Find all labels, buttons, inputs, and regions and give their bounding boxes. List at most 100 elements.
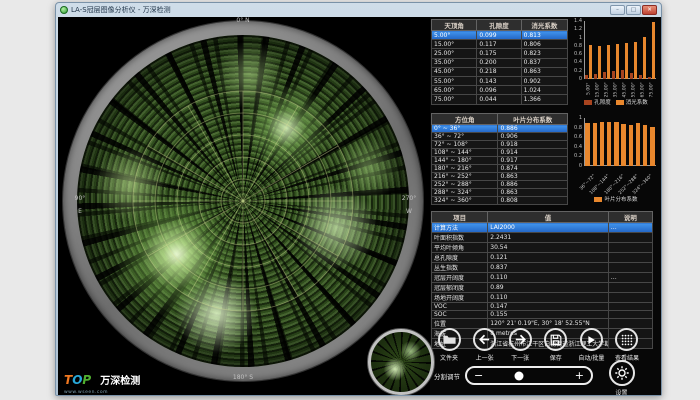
table-row[interactable]: 216° ~ 252°0.863 xyxy=(432,173,568,181)
column-header: 说明 xyxy=(608,212,652,223)
cell: 1.024 xyxy=(521,86,567,95)
cell: 0.823 xyxy=(521,49,567,58)
cell: 324° ~ 360° xyxy=(432,197,498,205)
porosity-extinction-chart: 00.20.40.60.811.21.45.00°15.00°25.00°35.… xyxy=(571,19,661,111)
cell: 45.00° xyxy=(432,67,477,76)
y-tick-label: 1.2 xyxy=(571,26,582,32)
next-image-button[interactable]: 下一张 xyxy=(503,328,537,362)
table-row[interactable]: 36° ~ 72°0.906 xyxy=(432,133,568,141)
table-row[interactable]: 计算方法LAI2000… xyxy=(432,223,653,233)
azimuth-table: 方位角叶片分布系数0° ~ 36°0.88636° ~ 72°0.90672° … xyxy=(431,113,568,205)
bar xyxy=(621,70,624,79)
cell: 0.874 xyxy=(498,165,568,173)
brand-site: www.wseen.com xyxy=(64,390,140,395)
cell: 180° ~ 216° xyxy=(432,165,498,173)
column-header: 消光系数 xyxy=(521,20,567,31)
bar xyxy=(607,122,611,166)
y-tick-label: 0 xyxy=(571,163,582,169)
cell: 0.914 xyxy=(498,149,568,157)
table-row[interactable]: 324° ~ 360°0.808 xyxy=(432,197,568,205)
bar xyxy=(593,123,597,166)
y-tick-label: 0.8 xyxy=(571,43,582,49)
app-icon xyxy=(60,6,68,14)
compass-east-label: E xyxy=(73,208,87,215)
x-tick-label: 65.00° xyxy=(640,83,645,98)
close-button[interactable]: ✕ xyxy=(642,5,657,15)
table-row[interactable]: 35.00°0.2000.837 xyxy=(432,58,568,67)
logo-mark-letter: T xyxy=(64,373,72,387)
column-header: 叶片分布系数 xyxy=(498,114,568,125)
slider-thumb[interactable] xyxy=(515,371,524,380)
cell: 0.155 xyxy=(488,311,609,319)
table-row[interactable]: 108° ~ 144°0.914 xyxy=(432,149,568,157)
logo-mark-letter: P xyxy=(82,373,91,387)
titlebar[interactable]: LA-S冠层图像分析仪 - 万深检测 – □ ✕ xyxy=(56,3,661,17)
tool-label: 设置 xyxy=(608,388,635,395)
legend-swatch xyxy=(616,100,624,105)
table-row[interactable]: 5.00°0.0990.813 xyxy=(432,31,568,40)
cell: … xyxy=(608,273,652,283)
table-row[interactable]: 冠层开阔度0.110… xyxy=(432,273,653,283)
table-row[interactable]: VOC0.147 xyxy=(432,303,653,311)
cell: 0.099 xyxy=(477,31,521,40)
table-row[interactable]: 场地开阔度0.110 xyxy=(432,293,653,303)
bar xyxy=(630,73,633,79)
slider-minus-button[interactable]: − xyxy=(474,370,483,381)
view-results-button[interactable]: 查看结果 xyxy=(610,328,644,362)
table-row[interactable]: 0° ~ 36°0.886 xyxy=(432,125,568,133)
y-tick-label: 0.6 xyxy=(571,134,582,140)
cell: 252° ~ 288° xyxy=(432,181,498,189)
table-row[interactable]: 144° ~ 180°0.917 xyxy=(432,157,568,165)
bar xyxy=(629,125,633,166)
bar xyxy=(614,122,618,166)
auto-batch-button[interactable]: 自动/批量 xyxy=(574,328,608,362)
table-row[interactable]: 75.00°0.0441.366 xyxy=(432,95,568,104)
table-row[interactable]: 25.00°0.1750.823 xyxy=(432,49,568,58)
window-title: LA-S冠层图像分析仪 - 万深检测 xyxy=(71,5,171,15)
table-row[interactable]: 180° ~ 216°0.874 xyxy=(432,165,568,173)
table-row[interactable]: 55.00°0.1430.902 xyxy=(432,76,568,85)
bar xyxy=(621,124,625,166)
segmentation-slider[interactable]: − + xyxy=(465,366,593,385)
table-row[interactable]: 65.00°0.0961.024 xyxy=(432,86,568,95)
cell: 144° ~ 180° xyxy=(432,157,498,165)
table-row[interactable]: 叶面积指数2.2431 xyxy=(432,233,653,243)
y-tick-label: 0.2 xyxy=(571,153,582,159)
cell: 0.143 xyxy=(477,76,521,85)
table-row[interactable]: 位置120° 21' 0.19"E, 30° 18' 52.55"N xyxy=(432,319,653,329)
folder-button[interactable]: 文件夹 xyxy=(432,328,466,362)
table-row[interactable]: 252° ~ 288°0.886 xyxy=(432,181,568,189)
column-header: 方位角 xyxy=(432,114,498,125)
tool-label: 文件夹 xyxy=(432,353,466,362)
slider-plus-button[interactable]: + xyxy=(575,370,584,381)
maximize-button[interactable]: □ xyxy=(626,5,641,15)
x-tick-label: 45.00° xyxy=(622,83,627,98)
bar xyxy=(616,44,619,79)
cell: 25.00° xyxy=(432,49,477,58)
x-tick-label: 55.00° xyxy=(631,83,636,98)
cell: 0.044 xyxy=(477,95,521,104)
minimize-button[interactable]: – xyxy=(610,5,625,15)
thumbnail-preview[interactable] xyxy=(368,329,434,395)
table-row[interactable]: 45.00°0.2180.863 xyxy=(432,67,568,76)
table-row[interactable]: 总孔隙度0.121 xyxy=(432,253,653,263)
cell: 0.117 xyxy=(477,40,521,49)
table-row[interactable]: 288° ~ 324°0.863 xyxy=(432,189,568,197)
table-row[interactable]: SOC0.155 xyxy=(432,311,653,319)
tool-label: 自动/批量 xyxy=(574,353,608,362)
save-button[interactable]: 保存 xyxy=(539,328,573,362)
tool-label: 上一张 xyxy=(468,353,502,362)
table-row[interactable]: 冠层郁闭度0.89 xyxy=(432,283,653,293)
table-row[interactable]: 72° ~ 108°0.918 xyxy=(432,141,568,149)
table-row[interactable]: 平均叶倾角30.54 xyxy=(432,243,653,253)
y-tick-label: 1.4 xyxy=(571,18,582,24)
table-row[interactable]: 15.00°0.1170.806 xyxy=(432,40,568,49)
cell: 0.917 xyxy=(498,157,568,165)
previous-image-button[interactable]: 上一张 xyxy=(468,328,502,362)
column-header: 孔隙度 xyxy=(477,20,521,31)
table-row[interactable]: 丛生指数0.837 xyxy=(432,263,653,273)
legend-item: 孔隙度 xyxy=(584,98,611,106)
settings-button[interactable]: 设置 xyxy=(608,360,635,395)
chart-legend: 叶片分布系数 xyxy=(571,195,661,203)
x-tick-label: 15.00° xyxy=(595,83,600,98)
